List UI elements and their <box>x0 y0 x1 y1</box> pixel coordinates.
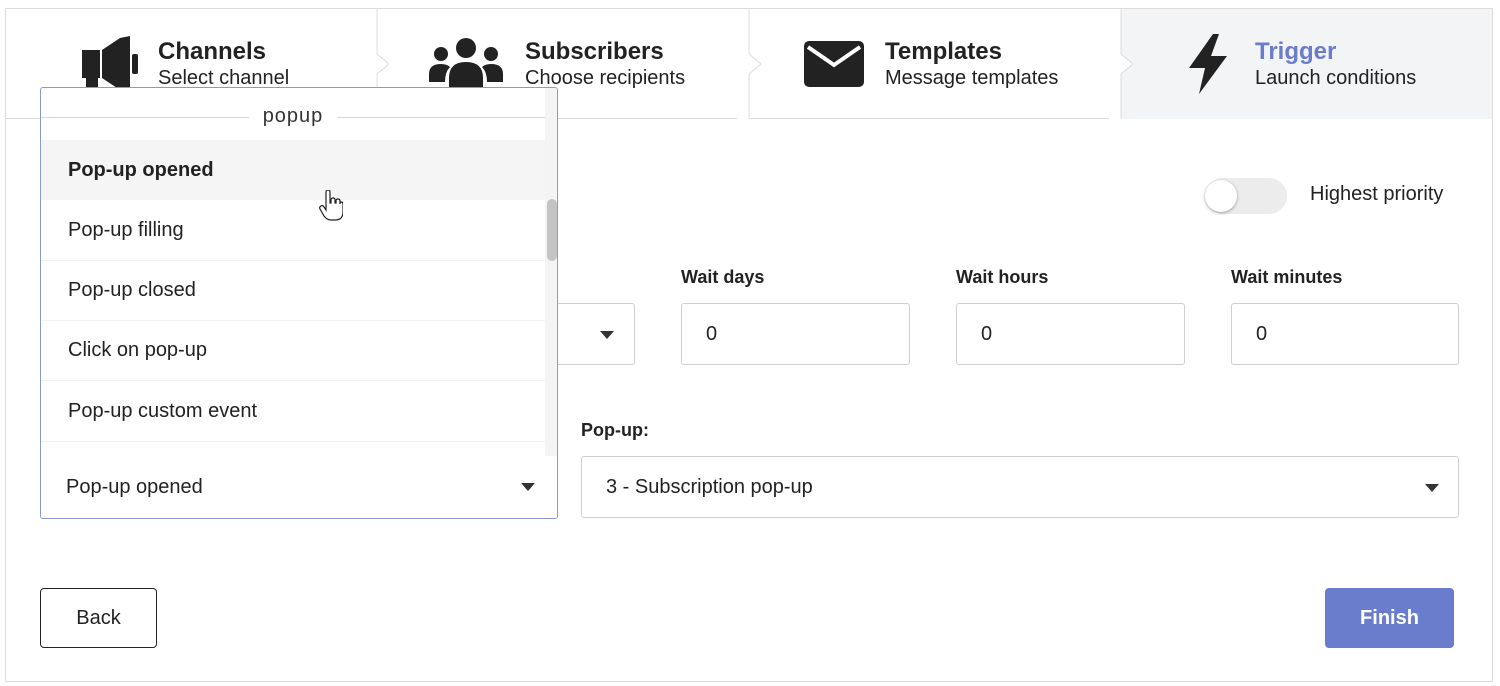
dropdown-option[interactable]: Pop-up opened <box>41 140 545 200</box>
wait-days-input[interactable]: 0 <box>681 303 910 365</box>
step-title: Subscribers <box>525 38 664 65</box>
wait-days-label: Wait days <box>681 267 765 287</box>
dropdown-option[interactable]: Pop-up closed <box>41 261 545 321</box>
envelope-icon <box>803 34 865 94</box>
option-label: Pop-up custom event <box>68 400 257 422</box>
megaphone-icon <box>78 34 140 94</box>
wait-days-value: 0 <box>706 322 718 345</box>
chevron-down-icon <box>1425 484 1439 492</box>
highest-priority-toggle[interactable] <box>1205 178 1287 214</box>
scrollbar-thumb[interactable] <box>547 199 557 261</box>
back-button-label: Back <box>76 606 121 629</box>
wait-hours-input[interactable]: 0 <box>956 303 1185 365</box>
step-separator <box>737 9 761 119</box>
popup-select-value: 3 - Subscription pop-up <box>606 475 813 498</box>
users-icon <box>429 34 503 94</box>
step-title: Trigger <box>1255 38 1337 65</box>
dropdown-group-header: popup <box>41 88 545 140</box>
dropdown-scrollbar[interactable] <box>545 88 557 456</box>
chevron-down-icon <box>521 483 535 491</box>
wait-minutes-input[interactable]: 0 <box>1231 303 1459 365</box>
highest-priority-label: Highest priority <box>1310 183 1444 205</box>
chevron-down-icon <box>600 331 614 339</box>
wait-hours-value: 0 <box>981 322 993 345</box>
event-dropdown[interactable]: popup Pop-up opened Pop-up filling Pop-u… <box>40 87 558 519</box>
option-label: Pop-up opened <box>68 158 214 181</box>
campaign-wizard-card: Channels Select channel Subscribers Choo… <box>5 8 1493 682</box>
dropdown-option[interactable]: Click on pop-up <box>41 321 545 381</box>
selected-event-label: Pop-up opened <box>66 475 203 498</box>
option-label: Click on pop-up <box>68 339 207 361</box>
dropdown-option[interactable]: Pop-up filling <box>41 201 545 261</box>
dropdown-option[interactable]: Pop-up custom event <box>41 382 545 442</box>
popup-select-label: Pop-up: <box>581 420 649 440</box>
dropdown-group-label: popup <box>248 105 338 127</box>
lightning-icon <box>1181 34 1235 94</box>
popup-select[interactable]: 3 - Subscription pop-up <box>581 456 1459 518</box>
step-templates[interactable]: Templates Message templates <box>749 9 1133 119</box>
hand-cursor-icon <box>319 190 343 221</box>
finish-button[interactable]: Finish <box>1325 588 1454 648</box>
finish-button-label: Finish <box>1360 606 1419 629</box>
wait-minutes-label: Wait minutes <box>1231 267 1343 287</box>
step-subtitle: Launch conditions <box>1255 67 1417 89</box>
step-subtitle: Message templates <box>885 67 1059 89</box>
step-separator <box>1109 9 1133 119</box>
step-title: Channels <box>158 38 267 65</box>
back-button[interactable]: Back <box>40 588 157 648</box>
step-title: Templates <box>885 38 1002 65</box>
event-select-value[interactable]: Pop-up opened <box>41 456 557 518</box>
step-trigger[interactable]: Trigger Launch conditions <box>1121 9 1492 119</box>
option-label: Pop-up closed <box>68 279 196 301</box>
toggle-knob <box>1205 180 1237 212</box>
wait-minutes-value: 0 <box>1256 322 1268 345</box>
wait-hours-label: Wait hours <box>956 267 1049 287</box>
option-label: Pop-up filling <box>68 219 184 241</box>
